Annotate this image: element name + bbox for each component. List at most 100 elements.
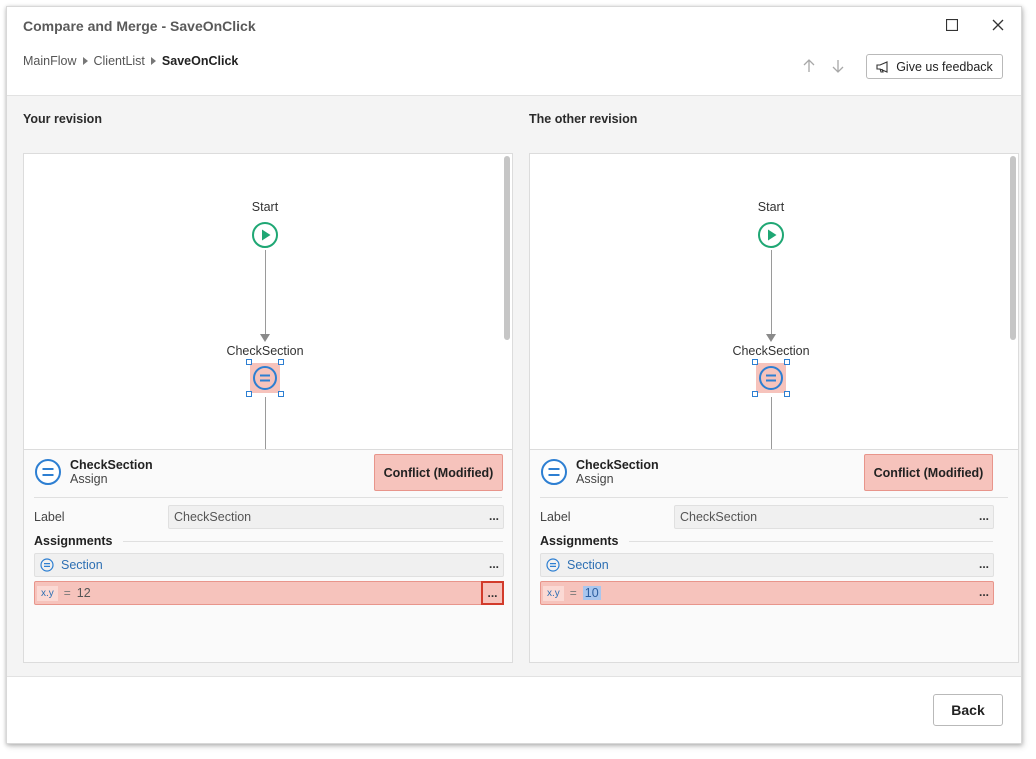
selection-handle[interactable]	[278, 359, 284, 365]
start-node[interactable]	[758, 222, 784, 248]
assignments-header: Assignments	[540, 534, 993, 548]
assign-icon	[541, 459, 567, 485]
start-play-icon	[252, 222, 278, 248]
node-kind: Assign	[70, 472, 108, 486]
assign-node-label: CheckSection	[732, 344, 810, 358]
flow-connector	[265, 250, 266, 334]
variable-name: x.y	[543, 585, 564, 601]
conflict-status-badge: Conflict (Modified)	[864, 454, 993, 491]
assignment-more-button[interactable]: ...	[979, 585, 989, 599]
section-more-button[interactable]: ...	[979, 557, 989, 571]
assignment-row-conflict[interactable]: x.y = 12 ...	[34, 581, 504, 605]
node-kind: Assign	[576, 472, 614, 486]
assign-small-icon	[40, 558, 54, 572]
section-label: Section	[567, 558, 609, 572]
assignments-header: Assignments	[34, 534, 503, 548]
label-caption: Label	[540, 510, 571, 524]
close-icon	[992, 19, 1004, 31]
equals-sign: =	[63, 586, 71, 600]
other-revision-flow-canvas[interactable]: Start CheckSection	[530, 154, 1018, 449]
canvas-scrollbar[interactable]	[1010, 156, 1016, 340]
assignments-title: Assignments	[34, 534, 113, 548]
assign-node-selected[interactable]	[250, 363, 280, 393]
assign-icon	[253, 366, 277, 390]
section-row[interactable]: Section ...	[540, 553, 994, 577]
maximize-icon	[946, 19, 958, 31]
selection-handle[interactable]	[784, 391, 790, 397]
selection-handle[interactable]	[246, 359, 252, 365]
your-revision-flow-canvas[interactable]: Start CheckSection	[24, 154, 512, 449]
assignment-row-conflict[interactable]: x.y = 10 ...	[540, 581, 994, 605]
give-feedback-label: Give us feedback	[896, 59, 993, 74]
next-difference-button[interactable]	[829, 57, 847, 75]
other-revision-title: The other revision	[529, 112, 638, 126]
other-revision-details: CheckSection Assign Conflict (Modified) …	[530, 449, 1018, 662]
start-play-icon	[758, 222, 784, 248]
details-divider	[34, 497, 502, 498]
label-field[interactable]: CheckSection ...	[168, 505, 504, 529]
other-revision-panel: Start CheckSection CheckSection Assign C…	[529, 153, 1019, 663]
selection-handle[interactable]	[784, 359, 790, 365]
maximize-button[interactable]	[940, 13, 964, 37]
breadcrumb-item-mainflow[interactable]: MainFlow	[23, 54, 77, 68]
section-row[interactable]: Section ...	[34, 553, 504, 577]
node-name: CheckSection	[70, 458, 153, 472]
label-field-value: CheckSection	[174, 510, 252, 524]
selection-handle[interactable]	[278, 391, 284, 397]
label-caption: Label	[34, 510, 65, 524]
back-button[interactable]: Back	[933, 694, 1003, 726]
breadcrumb-separator-icon	[150, 57, 156, 65]
details-divider	[540, 497, 1008, 498]
your-revision-panel: Start CheckSection CheckSection Assign C…	[23, 153, 513, 663]
assignments-divider	[122, 540, 503, 542]
selection-handle[interactable]	[752, 359, 758, 365]
assignments-title: Assignments	[540, 534, 619, 548]
section-label: Section	[61, 558, 103, 572]
canvas-scrollbar[interactable]	[504, 156, 510, 340]
assignment-more-button[interactable]: ...	[481, 581, 504, 605]
flow-arrow-icon	[766, 334, 776, 342]
section-more-button[interactable]: ...	[489, 557, 499, 571]
node-name: CheckSection	[576, 458, 659, 472]
your-revision-title: Your revision	[23, 112, 102, 126]
comparison-area: Your revision Start CheckSection CheckSe…	[7, 95, 1021, 677]
compare-merge-dialog: Compare and Merge - SaveOnClick MainFlow…	[6, 6, 1022, 744]
assignment-value[interactable]: 10	[582, 586, 601, 600]
close-button[interactable]	[986, 13, 1010, 37]
flow-connector	[771, 397, 772, 449]
assignment-value[interactable]: 12	[77, 586, 91, 600]
breadcrumb-separator-icon	[82, 57, 88, 65]
give-feedback-button[interactable]: Give us feedback	[866, 54, 1003, 79]
label-more-button[interactable]: ...	[979, 509, 989, 523]
megaphone-icon	[876, 60, 888, 73]
start-node[interactable]	[252, 222, 278, 248]
selection-handle[interactable]	[246, 391, 252, 397]
assignments-divider	[628, 540, 993, 542]
start-node-label: Start	[251, 200, 279, 214]
selection-handle[interactable]	[752, 391, 758, 397]
assign-small-icon	[546, 558, 560, 572]
label-field[interactable]: CheckSection ...	[674, 505, 994, 529]
breadcrumb-item-clientlist[interactable]: ClientList	[94, 54, 145, 68]
arrow-up-icon	[803, 59, 815, 72]
label-more-button[interactable]: ...	[489, 509, 499, 523]
flow-connector	[771, 250, 772, 334]
flow-connector	[265, 397, 266, 449]
assign-icon	[759, 366, 783, 390]
previous-difference-button[interactable]	[800, 57, 818, 75]
node-header: CheckSection Assign	[34, 458, 153, 486]
node-header: CheckSection Assign	[540, 458, 659, 486]
dialog-title: Compare and Merge - SaveOnClick	[23, 18, 256, 34]
start-node-label: Start	[757, 200, 785, 214]
your-revision-details: CheckSection Assign Conflict (Modified) …	[24, 449, 512, 662]
equals-sign: =	[569, 586, 577, 600]
label-field-value: CheckSection	[680, 510, 758, 524]
arrow-down-icon	[832, 60, 844, 73]
breadcrumb: MainFlow ClientList SaveOnClick	[23, 54, 238, 68]
assign-icon	[35, 459, 61, 485]
flow-arrow-icon	[260, 334, 270, 342]
assign-node-selected[interactable]	[756, 363, 786, 393]
assign-node-label: CheckSection	[226, 344, 304, 358]
conflict-status-badge: Conflict (Modified)	[374, 454, 503, 491]
breadcrumb-current: SaveOnClick	[161, 54, 239, 68]
